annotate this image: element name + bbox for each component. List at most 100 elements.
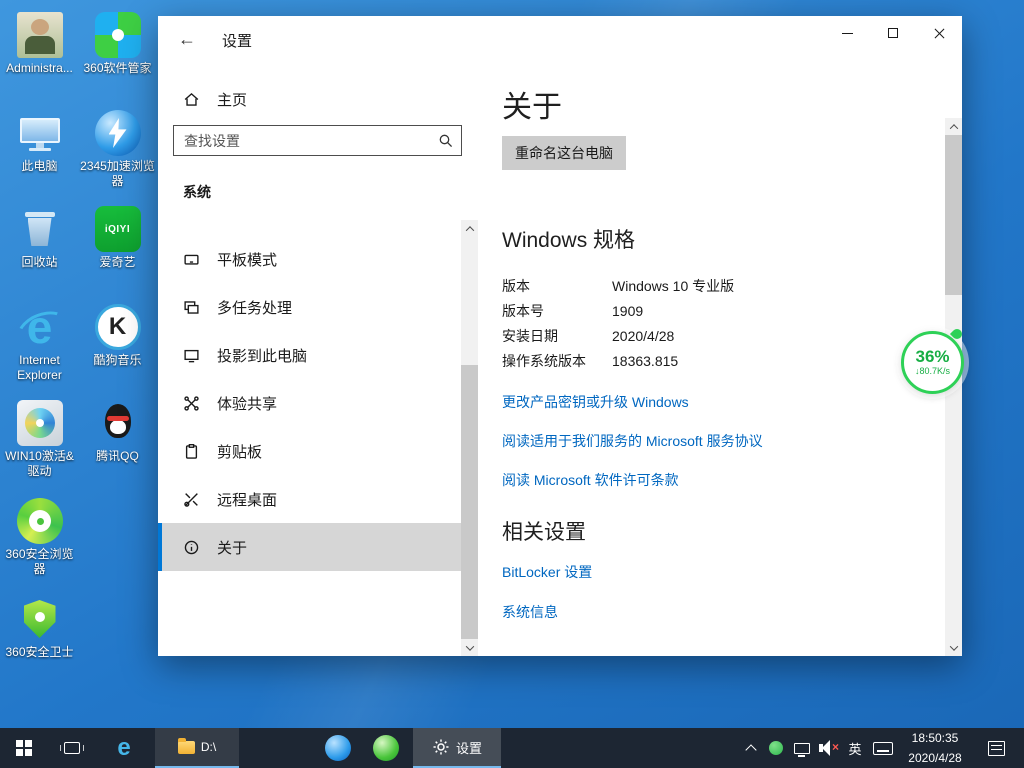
- minimize-icon: [842, 33, 853, 34]
- rename-pc-button[interactable]: 重命名这台电脑: [502, 136, 626, 170]
- desktop-icon-label: Administra...: [1, 61, 78, 76]
- spec-row: 版本号 1909: [502, 299, 902, 324]
- 360-software-manager-icon: [95, 12, 141, 58]
- related-settings-heading: 相关设置: [502, 516, 902, 546]
- desktop-icon-recycle-bin[interactable]: 回收站: [1, 206, 78, 270]
- windows-logo-icon: [16, 740, 32, 756]
- change-product-key-link[interactable]: 更改产品密钥或升级 Windows: [502, 392, 689, 412]
- task-view-icon: [64, 742, 80, 754]
- taskbar-item-360-browser[interactable]: [363, 728, 409, 768]
- explorer-task-label: D:\: [201, 740, 216, 754]
- search-icon[interactable]: [438, 133, 454, 149]
- remote-desktop-icon: [183, 491, 200, 508]
- minimize-button[interactable]: [824, 16, 870, 50]
- desktop-icon-360-safeguard[interactable]: 360安全卫士: [1, 596, 78, 660]
- nav-item-about[interactable]: 关于: [158, 523, 478, 571]
- services-agreement-link[interactable]: 阅读适用于我们服务的 Microsoft 服务协议: [502, 431, 763, 451]
- input-method-label: 英: [848, 739, 861, 758]
- desktop-icon-internet-explorer[interactable]: e Internet Explorer: [1, 304, 78, 383]
- spec-value: 18363.815: [612, 349, 678, 374]
- tray-show-hidden-icons[interactable]: [742, 728, 760, 768]
- license-terms-link[interactable]: 阅读 Microsoft 软件许可条款: [502, 470, 679, 490]
- 360-tray-icon: [769, 741, 783, 755]
- tray-360-icon[interactable]: [764, 728, 788, 768]
- settings-window: ← 设置 主页 系统: [158, 16, 962, 656]
- scroll-down-button[interactable]: [945, 639, 962, 656]
- about-icon: [183, 539, 200, 556]
- taskbar-item-explorer[interactable]: D:\: [155, 728, 239, 768]
- administrator-icon: [17, 12, 63, 58]
- nav-scrollbar-thumb[interactable]: [461, 365, 478, 639]
- 2345-browser-icon: [95, 110, 141, 156]
- 360-float-ball[interactable]: 36% ↓80.7K/s: [901, 331, 964, 394]
- desktop-icon-tencent-qq[interactable]: 腾讯QQ: [79, 400, 156, 464]
- keyboard-icon: [873, 742, 893, 755]
- tablet-mode-icon: [183, 251, 200, 268]
- desktop-icon-administrator[interactable]: Administra...: [1, 12, 78, 76]
- clipboard-icon: [183, 443, 200, 460]
- chevron-down-icon: [949, 642, 957, 650]
- action-center-button[interactable]: [974, 728, 1018, 768]
- nav-item-label: 剪贴板: [217, 441, 262, 462]
- spec-label: 安装日期: [502, 324, 612, 349]
- tray-clock[interactable]: 18:50:35 2020/4/28: [898, 728, 972, 768]
- nav-item-clipboard[interactable]: 剪贴板: [158, 427, 478, 475]
- scroll-up-button[interactable]: [945, 118, 962, 135]
- about-page: 关于 重命名这台电脑 Windows 规格 版本 Windows 10 专业版 …: [478, 62, 962, 656]
- nav-item-projecting[interactable]: 投影到此电脑: [158, 331, 478, 379]
- titlebar[interactable]: ← 设置: [158, 16, 962, 62]
- nav-item-tablet-mode[interactable]: 平板模式: [158, 235, 478, 283]
- tray-keyboard[interactable]: [869, 728, 897, 768]
- nav-item-home[interactable]: 主页: [158, 80, 478, 118]
- scroll-up-button[interactable]: [461, 220, 478, 237]
- desktop-icon-iqiyi[interactable]: iQIYI 爱奇艺: [79, 206, 156, 270]
- desktop-icon-win10-activation[interactable]: WIN10激活&驱动: [1, 400, 78, 479]
- nav-item-remote-desktop[interactable]: 远程桌面: [158, 475, 478, 523]
- taskbar: e D:\ 设置 × 英: [0, 728, 1024, 768]
- chevron-up-icon: [949, 124, 957, 132]
- task-view-button[interactable]: [48, 728, 96, 768]
- nav-item-multitasking[interactable]: 多任务处理: [158, 283, 478, 331]
- spec-value: 2020/4/28: [612, 324, 674, 349]
- bitlocker-settings-link[interactable]: BitLocker 设置: [502, 562, 592, 582]
- taskbar-item-settings[interactable]: 设置: [413, 728, 501, 768]
- taskbar-item-2345-browser[interactable]: [315, 728, 361, 768]
- desktop-icon-2345-browser[interactable]: 2345加速浏览器: [79, 110, 156, 189]
- start-button[interactable]: [0, 728, 48, 768]
- settings-task-label: 设置: [456, 738, 482, 757]
- close-button[interactable]: [916, 16, 962, 50]
- nav-item-shared-experiences[interactable]: 体验共享: [158, 379, 478, 427]
- desktop-icon-360-software-manager[interactable]: 360软件管家: [79, 12, 156, 76]
- maximize-button[interactable]: [870, 16, 916, 50]
- tray-network-icon[interactable]: [790, 728, 814, 768]
- nav-item-label: 远程桌面: [217, 489, 277, 510]
- kugou-music-icon: K: [95, 304, 141, 350]
- desktop-icon-kugou-music[interactable]: K 酷狗音乐: [79, 304, 156, 368]
- scroll-down-button[interactable]: [461, 639, 478, 656]
- desktop-icon-label: 此电脑: [1, 159, 78, 174]
- recycle-bin-icon: [17, 206, 63, 252]
- nav-item-label: 关于: [217, 537, 247, 558]
- internet-explorer-icon: e: [17, 304, 63, 350]
- tray-volume-icon[interactable]: ×: [815, 728, 841, 768]
- settings-nav: 主页 系统 平板模式 多任务处理: [158, 62, 478, 656]
- desktop-icon-this-pc[interactable]: 此电脑: [1, 110, 78, 174]
- download-speed: ↓80.7K/s: [915, 366, 950, 377]
- nav-scrollbar[interactable]: [461, 220, 478, 656]
- tray-input-method[interactable]: 英: [842, 728, 868, 768]
- system-info-link[interactable]: 系统信息: [502, 602, 558, 622]
- nav-home-label: 主页: [217, 89, 247, 110]
- tray-time: 18:50:35: [912, 731, 959, 745]
- taskbar-item-ie[interactable]: e: [100, 728, 148, 768]
- desktop-icon-360-secure-browser[interactable]: 360安全浏览器: [1, 498, 78, 577]
- settings-search-input[interactable]: [174, 126, 461, 155]
- nav-list: 平板模式 多任务处理 投影到此电脑 体验共享: [158, 235, 478, 571]
- spec-row: 版本 Windows 10 专业版: [502, 274, 902, 299]
- 2345-browser-icon: [325, 735, 351, 761]
- back-button[interactable]: ←: [172, 26, 202, 52]
- spec-value: 1909: [612, 299, 643, 324]
- desktop-icon-label: WIN10激活&驱动: [1, 449, 78, 479]
- content-scrollbar-thumb[interactable]: [945, 135, 962, 295]
- spec-label: 版本号: [502, 299, 612, 324]
- windows-spec-heading: Windows 规格: [502, 224, 902, 254]
